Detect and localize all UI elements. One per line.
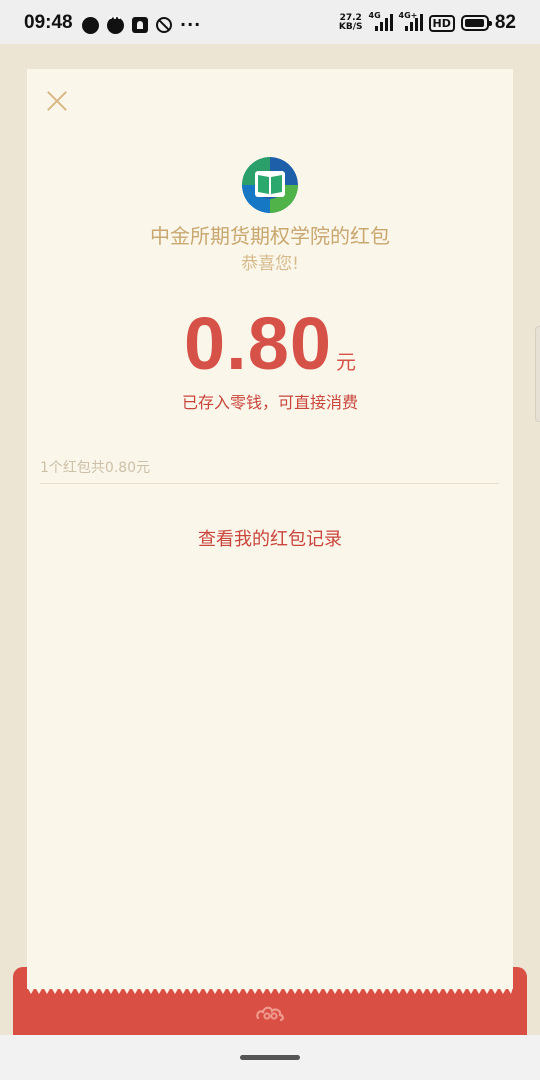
auspicious-cloud-icon [256, 1006, 284, 1022]
system-indicators: 27.2 KB/S 4G 4G+ HD 82 [339, 11, 516, 34]
close-icon[interactable] [43, 87, 71, 115]
sim1-signal-icon: 4G [369, 11, 393, 33]
battery-level: 82 [494, 12, 516, 33]
packet-summary: 1个红包共0.80元 [40, 460, 151, 476]
more-notifications-icon: ··· [180, 15, 202, 34]
chat-bubble-icon [107, 14, 124, 34]
status-time: 09:48 [24, 12, 73, 33]
do-not-disturb-icon [156, 17, 172, 33]
network-speed-unit: KB/S [338, 22, 363, 32]
amount-value: 0.80 [183, 302, 333, 385]
notification-dot-icon [82, 16, 99, 34]
app-notification-icon [132, 17, 148, 33]
edge-side-handle[interactable] [535, 326, 540, 422]
sim2-signal-icon: 4G+ [399, 11, 423, 33]
book-logo-icon [242, 157, 298, 213]
zigzag-edge [27, 987, 513, 994]
sender-name: 中金所期货期权学院的红包 [150, 224, 390, 248]
deposited-note[interactable]: 已存入零钱，可直接消费 [27, 389, 513, 413]
greeting-text: 恭喜您! [241, 254, 299, 274]
sender-avatar [242, 157, 298, 213]
amount-unit: 元 [336, 350, 357, 374]
status-bar: 09:48 ··· 27.2 KB/S 4G 4G+ HD 82 [0, 0, 540, 44]
navigation-bar [0, 1035, 540, 1080]
amount-row: 0.80 元 [27, 302, 513, 386]
notification-icons: ··· [82, 14, 202, 34]
red-packet-detail-card: 中金所期货期权学院的红包 恭喜您! 0.80 元 已存入零钱，可直接消费 1个红包… [27, 69, 513, 994]
home-indicator[interactable] [240, 1055, 300, 1060]
hd-voice-icon: HD [428, 14, 455, 32]
network-speed: 27.2 KB/S [339, 14, 363, 32]
view-records-link[interactable]: 查看我的红包记录 [27, 525, 513, 551]
divider [40, 483, 499, 484]
battery-icon [460, 15, 492, 31]
